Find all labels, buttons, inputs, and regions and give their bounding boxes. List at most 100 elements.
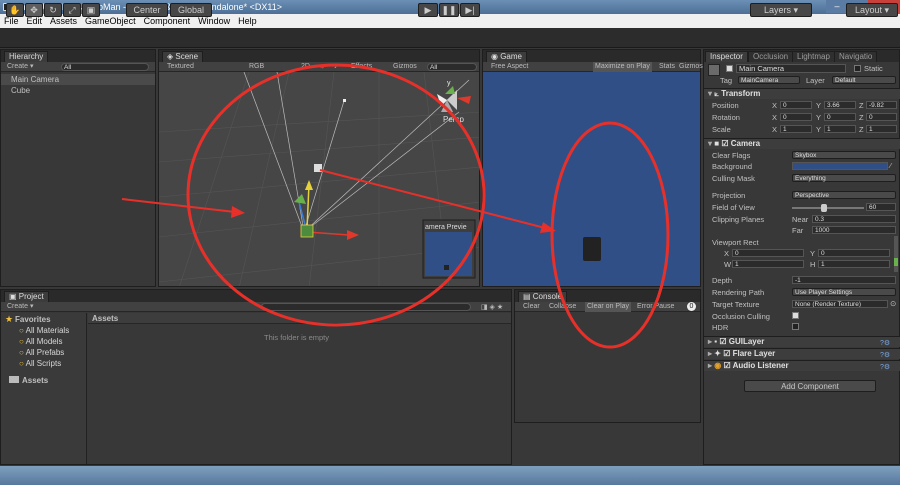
console-collapse-button[interactable]: Collapse bbox=[549, 302, 576, 312]
background-color-swatch[interactable] bbox=[792, 162, 888, 170]
fav-all-prefabs[interactable]: ○ All Prefabs bbox=[19, 348, 64, 357]
scale-z-field[interactable]: 1 bbox=[866, 125, 897, 133]
object-name-input[interactable]: Main Camera bbox=[736, 64, 846, 73]
rotate-tool-icon[interactable]: ↻ bbox=[44, 3, 62, 17]
console-clear-button[interactable]: Clear bbox=[523, 302, 540, 312]
layers-dropdown[interactable]: Layers ▾ bbox=[750, 3, 812, 17]
tab-game[interactable]: ◉ Game bbox=[486, 51, 527, 62]
fav-all-models[interactable]: ○ All Models bbox=[19, 337, 63, 346]
viewport-x-field[interactable]: 0 bbox=[732, 249, 804, 257]
position-z-field[interactable]: -9.82 bbox=[866, 101, 897, 109]
help-icon[interactable]: ?⚙ bbox=[880, 339, 890, 347]
scale-y-field[interactable]: 1 bbox=[824, 125, 856, 133]
camera-header[interactable]: ▾ ■ ☑ Camera bbox=[704, 138, 900, 149]
scale-x-field[interactable]: 1 bbox=[780, 125, 812, 133]
flare-layer-check-icon[interactable]: ☑ bbox=[723, 349, 730, 358]
help-icon[interactable]: ?⚙ bbox=[880, 363, 890, 371]
audio-listener-header[interactable]: ▸ ◉ ☑ Audio Listener bbox=[704, 360, 900, 371]
project-filter-icons[interactable]: ◨ ◈ ★ bbox=[481, 303, 511, 311]
fav-all-scripts[interactable]: ○ All Scripts bbox=[19, 359, 61, 368]
effects-dropdown[interactable]: Effects bbox=[351, 62, 372, 72]
scene-orientation-gizmo[interactable]: y bbox=[437, 80, 471, 112]
project-search-input[interactable] bbox=[261, 303, 471, 311]
menu-help[interactable]: Help bbox=[234, 14, 261, 28]
tag-dropdown[interactable]: MainCamera bbox=[738, 76, 800, 84]
guilayer-check-icon[interactable]: ☑ bbox=[719, 337, 726, 346]
fav-all-materials[interactable]: ○ All Materials bbox=[19, 326, 69, 335]
transform-header[interactable]: ▾ ⟀ Transform bbox=[704, 88, 900, 99]
hdr-checkbox[interactable] bbox=[792, 323, 799, 330]
hierarchy-search-input[interactable]: All bbox=[61, 63, 149, 71]
assets-folder[interactable]: Assets bbox=[22, 376, 48, 385]
eyedropper-icon[interactable]: ⁄ bbox=[890, 161, 891, 170]
minimize-button[interactable]: – bbox=[826, 0, 848, 13]
console-clear-on-play-toggle[interactable]: Clear on Play bbox=[585, 302, 632, 312]
object-picker-icon[interactable]: ⊙ bbox=[890, 299, 896, 308]
layout-dropdown[interactable]: Layout ▾ bbox=[846, 3, 898, 17]
move-tool-icon[interactable]: ✥ bbox=[25, 3, 43, 17]
fov-slider-track[interactable] bbox=[792, 207, 864, 209]
tab-occlusion[interactable]: Occlusion bbox=[748, 51, 794, 62]
pivot-global-button[interactable]: Global bbox=[170, 3, 212, 17]
tab-lightmap[interactable]: Lightmap bbox=[792, 51, 835, 62]
guilayer-header[interactable]: ▸ ▪ ☑ GUILayer bbox=[704, 336, 900, 347]
static-checkbox[interactable] bbox=[854, 65, 861, 72]
audio-toggle-icon[interactable]: ♪ bbox=[334, 62, 338, 72]
scene-viewport[interactable]: y Persp amera Previe bbox=[159, 72, 480, 287]
near-field[interactable]: 0.3 bbox=[812, 215, 896, 223]
camera-gizmo-icon[interactable] bbox=[314, 164, 322, 172]
fov-field[interactable]: 60 bbox=[866, 203, 896, 211]
projection-dropdown[interactable]: Perspective bbox=[792, 191, 896, 199]
2d-toggle[interactable]: 2D bbox=[301, 62, 310, 72]
flare-layer-header[interactable]: ▸ ✦ ☑ Flare Layer bbox=[704, 348, 900, 359]
layer-dropdown[interactable]: Default bbox=[832, 76, 896, 84]
rotation-x-field[interactable]: 0 bbox=[780, 113, 812, 121]
clear-flags-dropdown[interactable]: Skybox bbox=[792, 151, 896, 159]
depth-field[interactable]: -1 bbox=[792, 276, 896, 284]
pivot-center-button[interactable]: Center bbox=[126, 3, 168, 17]
tab-hierarchy[interactable]: Hierarchy bbox=[4, 51, 49, 62]
hierarchy-item-main-camera[interactable]: Main Camera bbox=[11, 75, 59, 84]
shading-dropdown[interactable]: Textured bbox=[167, 62, 194, 72]
console-info-count[interactable]: 0 bbox=[687, 302, 696, 311]
aspect-dropdown[interactable]: Free Aspect bbox=[491, 62, 528, 72]
rect-tool-icon[interactable]: ▣ bbox=[82, 3, 100, 17]
scene-search-input[interactable]: All bbox=[427, 63, 477, 71]
project-create-button[interactable]: Create ▾ bbox=[1, 303, 33, 310]
viewport-w-field[interactable]: 1 bbox=[732, 260, 804, 268]
hand-tool-icon[interactable]: ✋ bbox=[6, 3, 24, 17]
audio-listener-check-icon[interactable]: ☑ bbox=[723, 361, 730, 370]
rotation-z-field[interactable]: 0 bbox=[866, 113, 897, 121]
play-button[interactable]: ▶ bbox=[418, 3, 438, 17]
stats-toggle[interactable]: Stats bbox=[659, 62, 675, 72]
rotation-y-field[interactable]: 0 bbox=[824, 113, 856, 121]
persp-label[interactable]: Persp bbox=[443, 115, 464, 124]
hierarchy-item-cube[interactable]: Cube bbox=[11, 86, 30, 95]
rgb-dropdown[interactable]: RGB bbox=[249, 62, 264, 72]
favorites-label[interactable]: Favorites bbox=[15, 315, 51, 324]
tab-project[interactable]: ▣ Project bbox=[4, 291, 49, 302]
gizmos-dropdown[interactable]: Gizmos bbox=[393, 62, 417, 72]
inspector-scrollbar[interactable] bbox=[894, 236, 898, 272]
pause-button[interactable]: ❚❚ bbox=[439, 3, 459, 17]
help-icon[interactable]: ?⚙ bbox=[880, 351, 890, 359]
rendering-path-dropdown[interactable]: Use Player Settings bbox=[792, 288, 896, 296]
occlusion-culling-checkbox[interactable] bbox=[792, 312, 799, 319]
active-checkbox[interactable] bbox=[726, 65, 733, 72]
lighting-toggle-icon[interactable]: ☼ bbox=[319, 62, 325, 72]
hierarchy-create-button[interactable]: Create ▾ bbox=[1, 63, 33, 70]
cube-object[interactable] bbox=[300, 224, 314, 238]
game-gizmos-toggle[interactable]: Gizmos bbox=[679, 62, 703, 72]
viewport-h-field[interactable]: 1 bbox=[818, 260, 890, 268]
maximize-on-play-toggle[interactable]: Maximize on Play bbox=[593, 62, 652, 72]
tab-inspector[interactable]: Inspector bbox=[705, 51, 748, 62]
console-error-pause-toggle[interactable]: Error Pause bbox=[637, 302, 674, 312]
tab-console[interactable]: ▤ Console bbox=[518, 291, 568, 302]
position-x-field[interactable]: 0 bbox=[780, 101, 812, 109]
tab-scene[interactable]: ◈ Scene bbox=[162, 51, 204, 62]
camera-enabled-check-icon[interactable]: ☑ bbox=[721, 139, 728, 148]
add-component-button[interactable]: Add Component bbox=[744, 380, 876, 392]
target-texture-field[interactable]: None (Render Texture) bbox=[792, 300, 888, 308]
tab-navigation[interactable]: Navigatio bbox=[834, 51, 878, 62]
viewport-y-field[interactable]: 0 bbox=[818, 249, 890, 257]
